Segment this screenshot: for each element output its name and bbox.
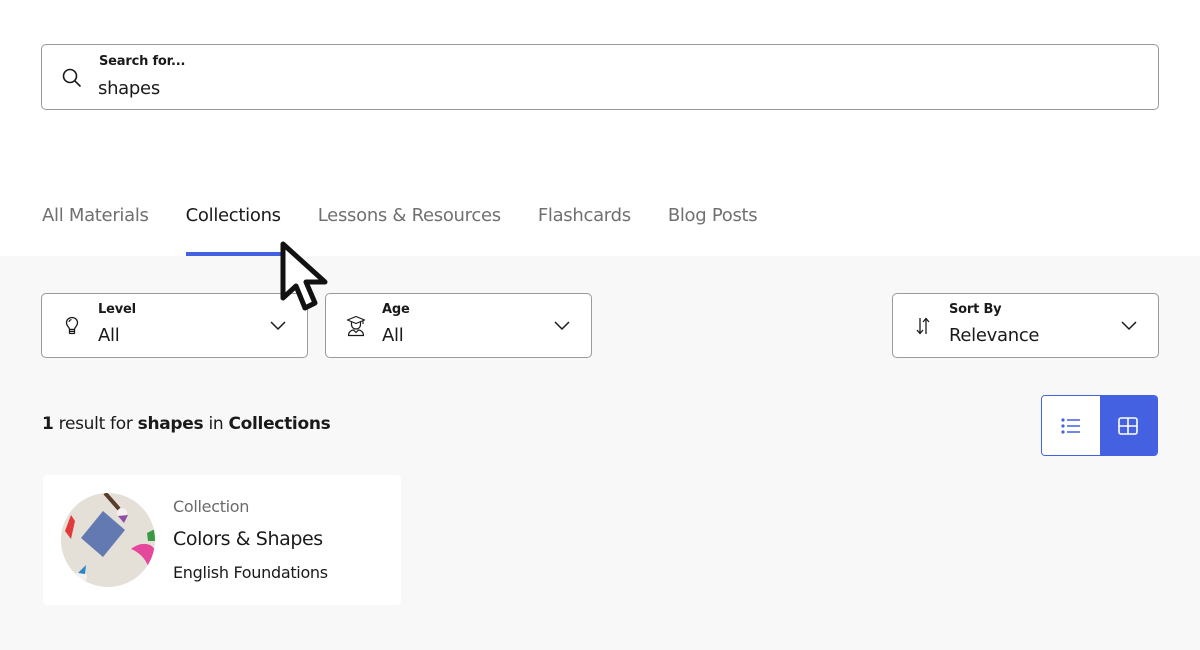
search-box[interactable]: Search for... bbox=[41, 44, 1159, 110]
results-in-text: in bbox=[208, 414, 224, 434]
level-filter-dropdown[interactable]: Level All bbox=[41, 293, 308, 358]
card-subtitle: English Foundations bbox=[173, 563, 328, 582]
search-input[interactable] bbox=[98, 75, 1098, 101]
sort-arrows-icon bbox=[916, 317, 930, 335]
chevron-down-icon bbox=[270, 321, 286, 331]
results-query: shapes bbox=[137, 414, 204, 434]
sort-by-value: Relevance bbox=[949, 325, 1040, 346]
search-icon bbox=[62, 68, 81, 87]
sort-by-dropdown[interactable]: Sort By Relevance bbox=[892, 293, 1159, 358]
category-tabs: All Materials Collections Lessons & Reso… bbox=[42, 205, 794, 256]
tab-blog-posts[interactable]: Blog Posts bbox=[668, 205, 758, 256]
grid-view-icon bbox=[1118, 416, 1139, 435]
tab-all-materials[interactable]: All Materials bbox=[42, 205, 149, 256]
level-filter-label: Level bbox=[98, 302, 136, 317]
grid-view-button[interactable] bbox=[1099, 396, 1157, 455]
chevron-down-icon bbox=[554, 321, 570, 331]
paint-shapes-image bbox=[61, 493, 155, 587]
results-text: result for bbox=[58, 414, 133, 434]
collection-thumbnail bbox=[61, 493, 155, 587]
level-filter-value: All bbox=[98, 325, 120, 346]
lightbulb-icon bbox=[65, 316, 79, 335]
tab-flashcards[interactable]: Flashcards bbox=[538, 205, 631, 256]
sort-by-label: Sort By bbox=[949, 302, 1002, 317]
collection-card[interactable]: Collection Colors & Shapes English Found… bbox=[43, 475, 401, 605]
results-category: Collections bbox=[228, 414, 331, 434]
age-filter-dropdown[interactable]: Age All bbox=[325, 293, 592, 358]
results-count: 1 bbox=[42, 414, 54, 434]
tab-lessons-resources[interactable]: Lessons & Resources bbox=[318, 205, 501, 256]
age-filter-label: Age bbox=[382, 302, 410, 317]
card-title[interactable]: Colors & Shapes bbox=[173, 528, 323, 550]
chevron-down-icon bbox=[1121, 321, 1137, 331]
list-view-icon bbox=[1061, 417, 1080, 434]
list-view-button[interactable] bbox=[1042, 396, 1100, 455]
card-type: Collection bbox=[173, 497, 250, 516]
age-filter-value: All bbox=[382, 325, 404, 346]
results-summary: 1 result for shapes in Collections bbox=[42, 414, 331, 434]
tab-collections[interactable]: Collections bbox=[185, 205, 281, 256]
search-label: Search for... bbox=[99, 54, 186, 69]
graduate-icon bbox=[346, 315, 366, 337]
view-toggle bbox=[1041, 395, 1158, 456]
